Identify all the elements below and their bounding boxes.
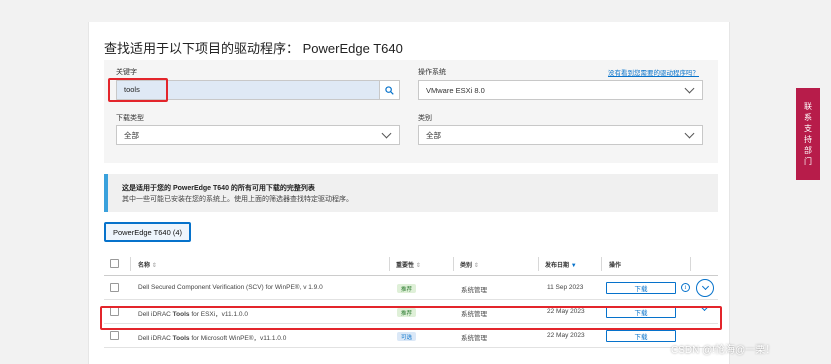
- column-divider: [601, 257, 602, 271]
- column-divider: [130, 257, 131, 271]
- table-row: Dell Secured Component Verification (SCV…: [104, 276, 718, 300]
- search-button[interactable]: [380, 80, 400, 100]
- info-banner-title: 这是适用于您的 PowerEdge T640 的所有可用下载的完整列表: [122, 185, 315, 192]
- row-date: 11 Sep 2023: [547, 284, 584, 291]
- sort-icon: ⇕: [151, 263, 157, 269]
- keyword-input[interactable]: tools: [116, 80, 380, 100]
- sort-icon: ⇕: [473, 263, 479, 269]
- info-banner: 这是适用于您的 PowerEdge T640 的所有可用下载的完整列表 其中一些…: [104, 174, 718, 212]
- os-select[interactable]: VMware ESXi 8.0: [418, 80, 703, 100]
- column-divider: [538, 257, 539, 271]
- row-name-text: Dell Secured Component Verification (SCV…: [138, 284, 323, 291]
- chevron-down-icon: [684, 83, 695, 93]
- importance-badge: 推荐: [397, 284, 417, 293]
- sort-desc-icon: ▼: [570, 263, 577, 269]
- row-name-prefix: Dell iDRAC: [138, 311, 173, 318]
- select-all-checkbox[interactable]: [110, 259, 119, 268]
- importance-badge: 可选: [397, 332, 417, 341]
- table-row: Dell iDRAC Tools for ESXi，v11.1.0.0 推荐 系…: [104, 300, 718, 324]
- expand-row-button[interactable]: [700, 303, 709, 312]
- keyword-input-value: tools: [124, 85, 140, 94]
- row-name-suffix: for ESXi，v11.1.0.0: [189, 311, 248, 318]
- table-row: Dell iDRAC Tools for Microsoft WinPE®，v1…: [104, 324, 718, 348]
- chevron-down-icon: [684, 128, 695, 138]
- contact-tab-char: 联: [804, 102, 812, 111]
- expand-chevron-icon: [700, 303, 709, 312]
- os-label: 操作系统: [418, 69, 446, 76]
- search-icon: [385, 85, 394, 95]
- os-select-value: VMware ESXi 8.0: [426, 85, 485, 95]
- download-type-value: 全部: [124, 130, 139, 140]
- category-select-value: 全部: [426, 130, 441, 140]
- missing-driver-link[interactable]: 没有看到您需要的驱动程序吗？: [608, 67, 699, 77]
- table-header: 名称 ⇕ 重要性 ⇕ 类别 ⇕ 发布日期 ▼ 操作: [104, 252, 718, 276]
- header-name-label: 名称: [138, 263, 151, 269]
- product-filter-pill[interactable]: PowerEdge T640 (4): [104, 222, 191, 242]
- category-select[interactable]: 全部: [418, 125, 703, 145]
- column-divider: [690, 257, 691, 271]
- column-divider: [389, 257, 390, 271]
- row-checkbox[interactable]: [110, 307, 119, 316]
- info-banner-desc: 其中一些可能已安装在您的系统上。使用上面的筛选器查找特定驱动程序。: [122, 196, 353, 203]
- expand-row-button[interactable]: [696, 279, 714, 297]
- header-action: 操作: [609, 263, 622, 269]
- row-name-keyword: Tools: [172, 335, 190, 342]
- sort-icon: ⇕: [415, 263, 421, 269]
- row-date: 22 May 2023: [547, 332, 585, 339]
- row-name-keyword: Tools: [172, 311, 190, 318]
- header-category[interactable]: 类别 ⇕: [460, 260, 479, 269]
- downloads-table: 名称 ⇕ 重要性 ⇕ 类别 ⇕ 发布日期 ▼ 操作 Dell Secured C…: [104, 252, 718, 348]
- page-title: 查找适用于以下项目的驱动程序： PowerEdge T640: [104, 41, 403, 56]
- contact-tab-char: 门: [804, 157, 812, 166]
- row-category: 系统管理: [461, 287, 487, 294]
- expand-chevron-icon: [701, 282, 709, 291]
- contact-tab-char: 持: [804, 135, 812, 144]
- header-category-label: 类别: [460, 263, 473, 269]
- info-icon[interactable]: i: [681, 283, 690, 292]
- download-button[interactable]: 下载: [606, 306, 676, 318]
- download-button[interactable]: 下载: [606, 330, 676, 342]
- row-category: 系统管理: [461, 311, 487, 318]
- column-divider: [453, 257, 454, 271]
- row-checkbox[interactable]: [110, 331, 119, 340]
- row-date: 22 May 2023: [547, 308, 585, 315]
- download-button[interactable]: 下载: [606, 282, 676, 294]
- chevron-down-icon: [381, 128, 392, 138]
- contact-tab-char: 支: [804, 124, 812, 133]
- watermark: CSDN @!怆海@一栗！: [671, 345, 776, 356]
- row-category: 系统管理: [461, 335, 487, 342]
- header-name[interactable]: 名称 ⇕: [138, 260, 157, 269]
- row-name[interactable]: Dell iDRAC Tools for Microsoft WinPE®，v1…: [138, 332, 286, 342]
- keyword-label: 关键字: [116, 69, 137, 76]
- row-name-prefix: Dell iDRAC: [138, 335, 173, 342]
- category-label: 类别: [418, 115, 432, 122]
- importance-badge: 推荐: [397, 308, 417, 317]
- header-importance[interactable]: 重要性 ⇕: [396, 260, 421, 269]
- header-release-date-label: 发布日期: [545, 263, 570, 269]
- download-type-select[interactable]: 全部: [116, 125, 400, 145]
- row-name-suffix: for Microsoft WinPE®，v11.1.0.0: [189, 335, 287, 342]
- contact-tab-char: 部: [804, 146, 812, 155]
- header-release-date[interactable]: 发布日期 ▼: [545, 260, 577, 269]
- download-type-label: 下载类型: [116, 115, 144, 122]
- row-checkbox[interactable]: [110, 283, 119, 292]
- row-name[interactable]: Dell iDRAC Tools for ESXi，v11.1.0.0: [138, 308, 248, 318]
- row-name[interactable]: Dell Secured Component Verification (SCV…: [138, 284, 323, 291]
- header-importance-label: 重要性: [396, 263, 415, 269]
- contact-support-tab[interactable]: 联 系 支 持 部 门: [796, 88, 820, 180]
- contact-tab-char: 系: [804, 113, 812, 122]
